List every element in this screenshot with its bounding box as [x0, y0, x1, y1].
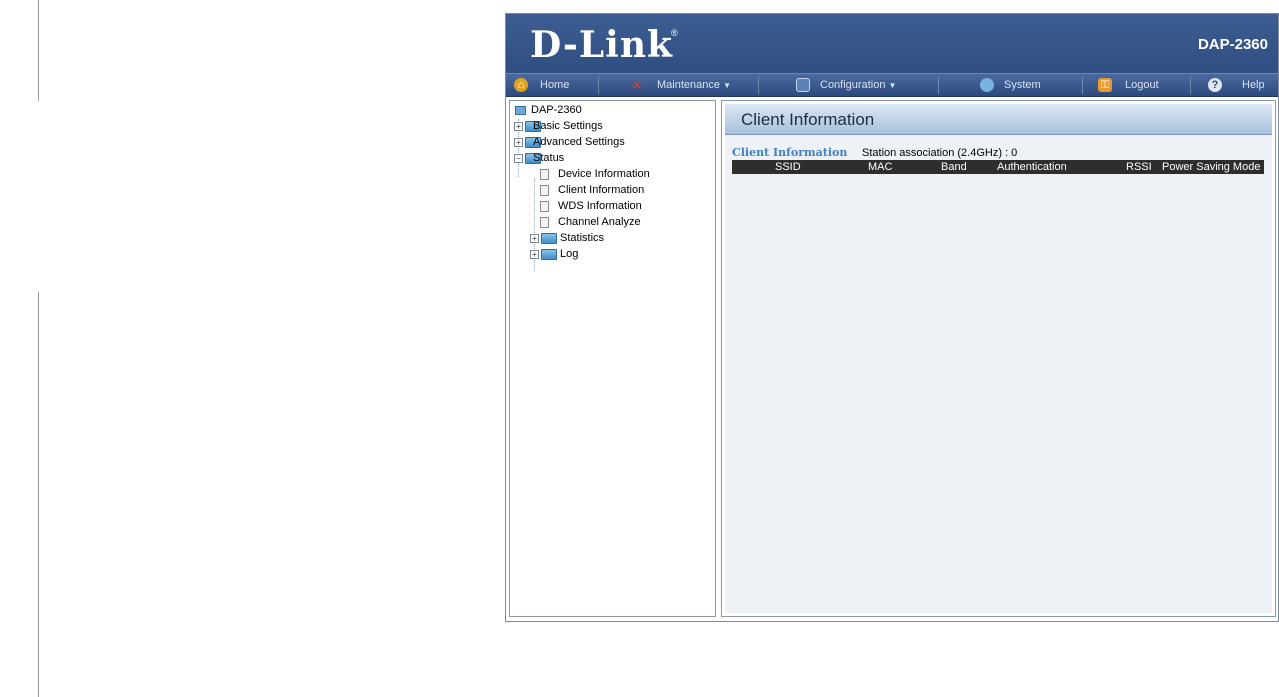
registered-mark: ® — [671, 28, 678, 38]
tree-item-label: Channel Analyze — [558, 216, 641, 228]
menu-system-label: System — [1004, 79, 1041, 91]
menu-home[interactable]: ⌂ Home — [514, 74, 604, 96]
dlink-logo: D-Link — [530, 24, 673, 66]
menu-separator — [1190, 76, 1191, 94]
tree-item-label: Statistics — [560, 232, 605, 244]
title-bar: Client Information — [725, 104, 1272, 135]
menu-separator — [1082, 76, 1083, 94]
column-header-ssid: SSID — [775, 161, 801, 173]
menu-separator — [758, 76, 759, 94]
menu-maintenance[interactable]: ✕ Maintenance ▼ — [630, 74, 760, 96]
tree-item-label: DAP-2360 — [531, 104, 582, 116]
expand-icon[interactable]: + — [514, 122, 523, 131]
help-icon: ? — [1208, 78, 1222, 92]
tree-item-label: Device Information — [558, 168, 650, 180]
column-header-band: Band — [941, 161, 967, 173]
content-area: Client Information Client Information St… — [725, 104, 1272, 613]
tree-item-label: Basic Settings — [533, 120, 603, 132]
page-icon — [540, 169, 549, 180]
column-header-power-saving-mode: Power Saving Mode — [1162, 161, 1261, 173]
tree-item-label: Advanced Settings — [533, 136, 625, 148]
menu-bar: ⌂ Home ✕ Maintenance ▼ Configuration ▼ S… — [506, 73, 1278, 97]
menu-system[interactable]: System — [980, 74, 1080, 96]
router-admin-frame: D-Link ® DAP-2360 ⌂ Home ✕ Maintenance ▼… — [505, 13, 1279, 622]
menu-logout[interactable]: ⚿ Logout — [1098, 74, 1188, 96]
section-label: Client Information — [732, 146, 848, 159]
client-table-header: SSID MAC Band Authentication RSSI Power … — [732, 160, 1264, 174]
page-margin-line — [38, 292, 39, 697]
menu-help-label: Help — [1242, 79, 1265, 91]
column-header-rssi: RSSI — [1126, 161, 1152, 173]
column-header-authentication: Authentication — [997, 161, 1067, 173]
page-icon — [540, 201, 549, 212]
menu-help[interactable]: ? Help — [1208, 74, 1270, 96]
folder-icon — [541, 233, 557, 244]
system-icon — [980, 78, 994, 92]
expand-icon[interactable]: + — [514, 138, 523, 147]
computer-icon — [515, 106, 526, 115]
menu-logout-label: Logout — [1125, 79, 1159, 91]
chevron-down-icon: ▼ — [723, 81, 731, 90]
menu-separator — [938, 76, 939, 94]
key-icon: ⚿ — [1098, 78, 1112, 92]
content-panel: Client Information Client Information St… — [721, 100, 1276, 617]
page-icon — [540, 185, 549, 196]
navigation-tree: DAP-2360 + Basic Settings + Advanced Set… — [509, 100, 716, 617]
folder-icon — [541, 249, 557, 260]
header-banner: D-Link ® DAP-2360 — [506, 14, 1278, 73]
column-header-mac: MAC — [868, 161, 893, 173]
station-association-count: Station association (2.4GHz) : 0 — [862, 147, 1018, 159]
tree-item-label: WDS Information — [558, 200, 642, 212]
home-icon: ⌂ — [514, 78, 528, 92]
save-disk-icon — [796, 78, 810, 92]
page-margin-line — [38, 0, 39, 101]
menu-maintenance-label: Maintenance ▼ — [657, 79, 731, 91]
tools-icon: ✕ — [631, 77, 643, 93]
tree-item-label: Client Information — [558, 184, 645, 196]
tree-item-label: Log — [560, 248, 579, 260]
collapse-icon[interactable]: − — [514, 154, 523, 163]
model-name: DAP-2360 — [1197, 36, 1268, 53]
menu-home-label: Home — [540, 79, 570, 91]
menu-configuration-label: Configuration ▼ — [820, 79, 897, 91]
chevron-down-icon: ▼ — [888, 81, 897, 90]
menu-separator — [598, 76, 599, 94]
page-title: Client Information — [741, 110, 875, 129]
expand-icon[interactable]: + — [530, 250, 539, 259]
menu-configuration[interactable]: Configuration ▼ — [796, 74, 946, 96]
expand-icon[interactable]: + — [530, 234, 539, 243]
tree-item-label: Status — [533, 152, 565, 164]
page-icon — [540, 217, 549, 228]
